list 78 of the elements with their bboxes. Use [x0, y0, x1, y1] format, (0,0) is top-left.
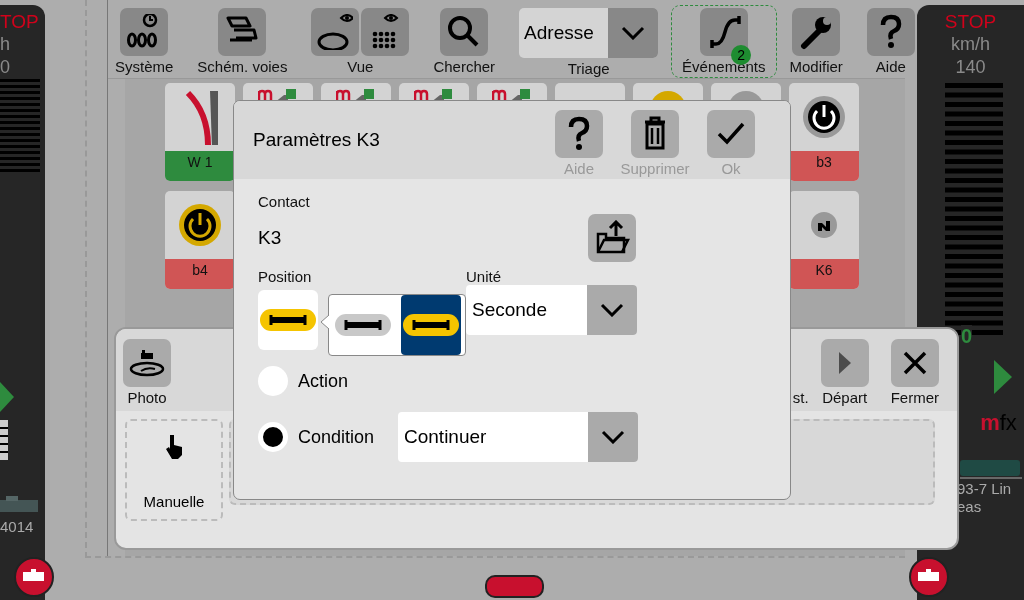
track-tile[interactable]: b3 [789, 83, 859, 181]
button-label: Fermer [890, 389, 939, 406]
function-keys-icon [0, 420, 8, 460]
speed-scale-icon [0, 79, 40, 175]
toolbar-label: Système [115, 58, 174, 75]
toolbar-label: Modifier [789, 58, 843, 75]
dialog-title: Paramètres K3 [253, 129, 380, 151]
play-icon [837, 351, 852, 375]
button-label: st. [792, 389, 809, 406]
sort-dropdown[interactable]: Adresse [519, 8, 659, 58]
speed-value: 0 [0, 56, 10, 79]
power-icon [802, 95, 846, 139]
condition-dropdown[interactable]: Continuer [398, 412, 638, 462]
radio-label: Condition [298, 426, 375, 448]
speed-unit: h [0, 33, 10, 56]
contact-value: K3 [258, 227, 282, 249]
button-label: Supprimer [620, 160, 690, 177]
position-button[interactable] [258, 290, 318, 350]
field-label: Position [258, 268, 313, 285]
status-pill[interactable] [485, 575, 544, 598]
radio-option[interactable]: Action [258, 366, 398, 396]
radio-label: Action [298, 370, 349, 392]
toolbar-label: Triage [567, 60, 610, 77]
toolbar-label: Schém. voies [197, 58, 288, 75]
tile-label: K6 [789, 259, 859, 289]
field-label: Unité [466, 268, 503, 285]
toolbar-button[interactable] [792, 8, 841, 56]
mode-label: Manuelle [143, 493, 205, 510]
track-contact-icon [259, 308, 317, 332]
dialog-button[interactable] [555, 110, 603, 158]
locomotive-icon [0, 494, 40, 514]
toolbar-button[interactable] [311, 8, 360, 56]
max-speed: 140 [955, 56, 986, 79]
field-label: Contact [258, 193, 311, 210]
button-label: Photo [127, 389, 167, 406]
toolbar-button[interactable] [218, 8, 267, 56]
track-contact-icon [334, 313, 392, 337]
position-option[interactable] [401, 295, 461, 355]
tile-label: b3 [789, 151, 859, 181]
open-file-button[interactable] [588, 214, 636, 262]
toolbar-label: Vue [347, 58, 374, 75]
radio-button[interactable] [258, 422, 288, 452]
radio-option[interactable]: Condition [258, 422, 398, 452]
unit-dropdown[interactable]: Seconde [466, 285, 637, 335]
mode-tile[interactable]: Manuelle [125, 419, 223, 521]
panel-button[interactable] [123, 339, 171, 387]
track-tile[interactable]: W 1 [165, 83, 235, 181]
count-badge: 2 [731, 45, 752, 65]
toolbar-button[interactable] [866, 8, 915, 56]
folder-upload-icon [594, 220, 630, 256]
chevron-down-icon [601, 430, 625, 444]
toolbar-button[interactable] [440, 8, 489, 56]
chevron-down-icon [600, 303, 624, 317]
locomotive-number: 4014 [0, 518, 34, 535]
direction-arrow-icon [993, 360, 1012, 394]
toolbar-button[interactable] [361, 8, 410, 56]
tile-label: b4 [165, 259, 235, 289]
panel-button[interactable] [890, 339, 939, 387]
tile-label: W 1 [165, 151, 235, 181]
radio-button[interactable] [258, 366, 288, 396]
track-tile[interactable]: K6 [789, 191, 859, 289]
hand-pointer-icon [164, 433, 184, 459]
button-label: Ok [721, 160, 741, 177]
contact-icon [811, 212, 837, 238]
track-contact-icon [402, 313, 460, 337]
toolbar-label: Chercher [433, 58, 496, 75]
eye-loop-icon [317, 14, 354, 50]
toolbar-label: Aide [875, 58, 906, 75]
toolbar-button[interactable] [120, 8, 169, 56]
direction-arrow-icon [0, 382, 14, 412]
dialog-button[interactable] [631, 110, 679, 158]
chevron-down-icon [621, 26, 646, 40]
dialog-button[interactable] [707, 110, 755, 158]
button-label: Départ [822, 389, 868, 406]
speed-unit: km/h [951, 33, 990, 56]
track-tile[interactable]: b4 [165, 191, 235, 289]
button-label: Aide [564, 160, 594, 177]
power-icon [178, 203, 222, 247]
